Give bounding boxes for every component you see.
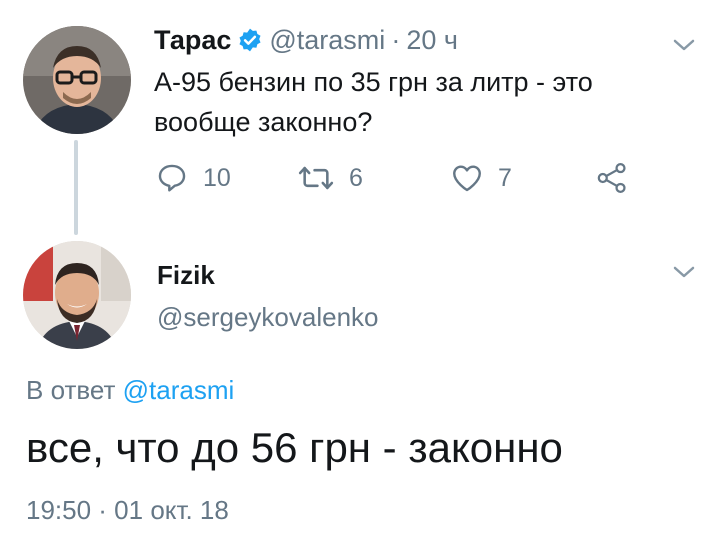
tweet-header: Тарас @tarasmi · 20 ч (154, 22, 458, 58)
chevron-down-icon[interactable] (672, 37, 696, 53)
like-button[interactable]: 7 (450, 158, 512, 198)
heart-icon (453, 165, 481, 192)
reply-button[interactable]: 10 (155, 158, 231, 198)
reply-text: все, что до 56 грн - законно (26, 424, 563, 471)
tweet-actions: 10 6 7 (155, 158, 655, 198)
reply-author-handle[interactable]: @sergeykovalenko (157, 302, 379, 333)
reply-author-name[interactable]: Fizik (157, 260, 215, 291)
thread-line (74, 140, 78, 235)
reply-count: 10 (203, 163, 231, 192)
chevron-down-icon[interactable] (672, 264, 696, 280)
retweet-button[interactable]: 6 (297, 158, 363, 198)
share-icon (597, 162, 626, 194)
reply-timestamp[interactable]: 19:50 · 01 окт. 18 (26, 495, 229, 526)
reply-icon (158, 164, 186, 192)
retweet-icon (298, 166, 334, 190)
meta-separator: · (391, 24, 401, 55)
reply-to-mention-link[interactable]: @tarasmi (123, 375, 235, 405)
retweet-count: 6 (349, 163, 363, 192)
share-button[interactable] (595, 158, 629, 198)
author-name[interactable]: Тарас (154, 25, 231, 56)
avatar-fizik[interactable] (23, 241, 131, 349)
like-count: 7 (498, 163, 512, 192)
verified-badge-icon (237, 27, 263, 53)
reply-to-prefix: В ответ (26, 375, 116, 405)
avatar-taras[interactable] (23, 26, 131, 134)
tweet-time[interactable]: 20 ч (406, 25, 458, 56)
author-handle[interactable]: @tarasmi (269, 25, 385, 56)
reply-to-line: В ответ @tarasmi (26, 375, 234, 406)
tweet-text: А-95 бензин по 35 грн за литр - это вооб… (154, 67, 593, 137)
